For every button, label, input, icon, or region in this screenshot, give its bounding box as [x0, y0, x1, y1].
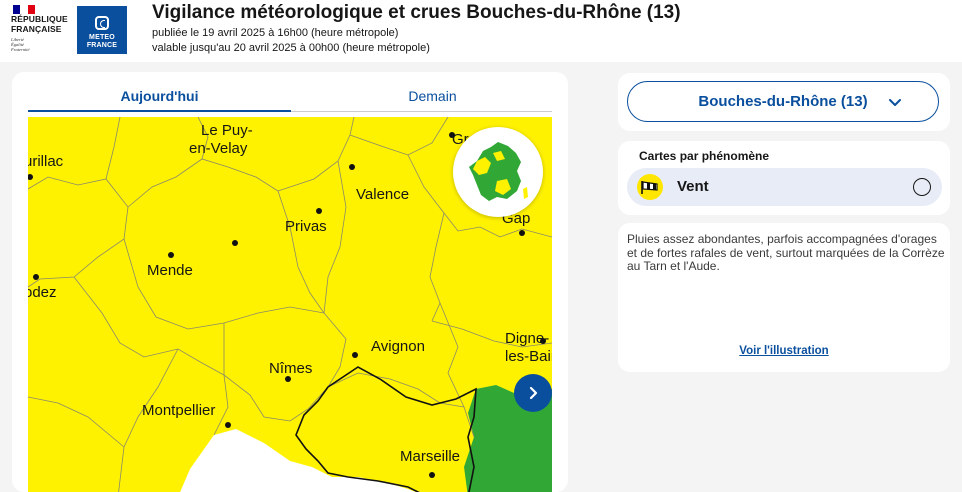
city-label-avignon: Avignon	[371, 338, 425, 355]
page-title: Vigilance météorologique et crues Bouche…	[152, 2, 681, 23]
city-label-valence: Valence	[356, 186, 409, 203]
view-illustration-link[interactable]: Voir l'illustration	[618, 345, 950, 357]
city-dot	[232, 240, 238, 246]
city-label-rodez: odez	[28, 284, 57, 301]
gov-logo-name: RÉPUBLIQUE FRANÇAISE	[11, 14, 68, 34]
wind-sock-icon	[637, 174, 663, 200]
phenomena-title: Cartes par phénomène	[639, 149, 770, 163]
france-overview-map-button[interactable]	[453, 127, 543, 217]
city-dot	[429, 472, 435, 478]
meteo-france-logo-text: METEO FRANCE	[86, 34, 118, 49]
city-label-le-puy: Le Puy-	[201, 122, 253, 139]
meteo-france-logo[interactable]: METEO FRANCE	[77, 6, 127, 54]
city-label-montpellier: Montpellier	[142, 402, 215, 419]
city-dot	[316, 208, 322, 214]
vigilance-map-card: Aujourd'hui Demain urillac Le Puy- en-Ve…	[12, 72, 568, 492]
weather-description: Pluies assez abondantes, parfois accompa…	[627, 232, 945, 273]
city-dot	[33, 274, 39, 280]
map-next-button[interactable]	[514, 374, 552, 412]
city-dot	[168, 252, 174, 258]
valid-until-date: valable jusqu'au 20 avril 2025 à 00h00 (…	[152, 42, 430, 54]
tab-today[interactable]: Aujourd'hui	[28, 88, 291, 104]
french-flag-icon	[13, 5, 35, 14]
top-header: RÉPUBLIQUE FRANÇAISE Liberté Égalité Fra…	[0, 0, 962, 62]
phenomenon-vent[interactable]: Vent	[627, 168, 942, 206]
chevron-right-icon	[529, 386, 538, 400]
phenomenon-label: Vent	[677, 178, 709, 195]
department-select-value: Bouches-du-Rhône (13)	[698, 93, 868, 110]
city-label-marseille: Marseille	[400, 448, 460, 465]
city-label-en-velay: en-Velay	[189, 140, 248, 157]
city-label-privas: Privas	[285, 218, 327, 235]
city-label-mende: Mende	[147, 262, 193, 279]
department-selector-card: Bouches-du-Rhône (13)	[618, 73, 950, 131]
phenomenon-radio[interactable]	[913, 178, 931, 196]
tab-tomorrow[interactable]: Demain	[301, 88, 564, 104]
chevron-down-icon	[889, 99, 901, 106]
gov-motto: Liberté Égalité Fraternité	[11, 37, 30, 52]
city-label-aurillac: urillac	[28, 153, 64, 170]
published-date: publiée le 19 avril 2025 à 16h00 (heure …	[152, 27, 399, 39]
city-dot	[225, 422, 231, 428]
city-dot	[352, 352, 358, 358]
meteo-france-emblem-icon	[95, 16, 109, 30]
department-select[interactable]: Bouches-du-Rhône (13)	[627, 81, 939, 122]
description-card: Pluies assez abondantes, parfois accompa…	[618, 223, 950, 372]
active-tab-indicator	[28, 110, 291, 112]
city-dot	[349, 164, 355, 170]
city-label-les-bains: les-Bains	[505, 348, 552, 365]
city-label-digne: Digne-	[505, 330, 549, 347]
city-label-nimes: Nîmes	[269, 360, 312, 377]
phenomena-card: Cartes par phénomène Vent	[618, 141, 950, 215]
city-dot	[519, 230, 525, 236]
republique-francaise-logo[interactable]: RÉPUBLIQUE FRANÇAISE Liberté Égalité Fra…	[11, 4, 73, 52]
france-mini-map-icon	[469, 142, 528, 201]
